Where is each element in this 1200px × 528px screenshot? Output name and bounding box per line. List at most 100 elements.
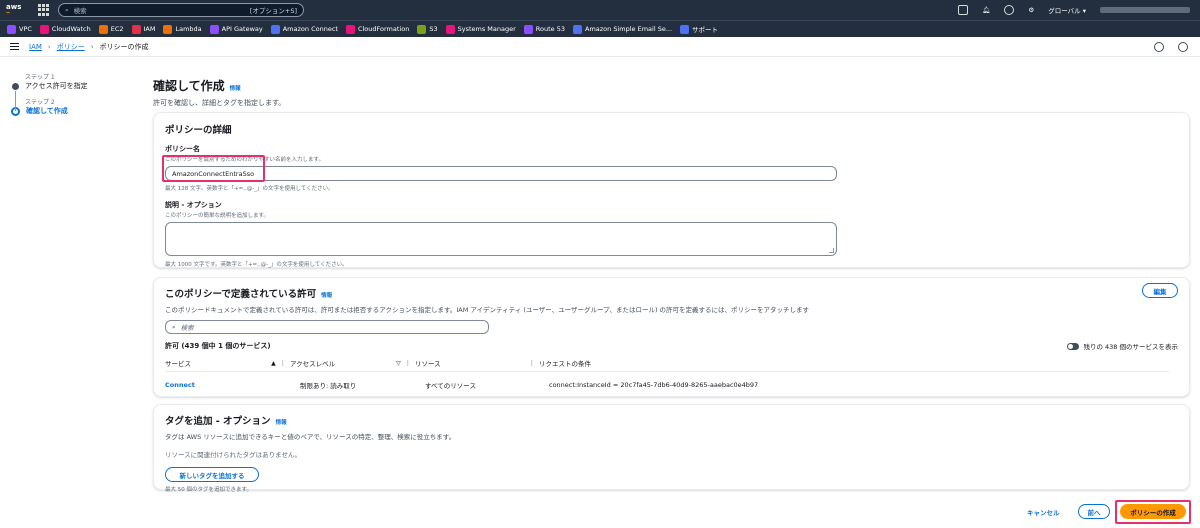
column-header-resource[interactable]: リソース |	[415, 355, 539, 372]
toggle-label: 残りの 438 個のサービスを表示	[1083, 343, 1178, 351]
breadcrumb: IAM › ポリシー › ポリシーの作成	[0, 37, 1200, 57]
page-header: 確認して作成 情報 許可を確認し、詳細とタグを指定します。	[153, 77, 1191, 108]
services-menu-icon[interactable]	[38, 4, 50, 16]
breadcrumb-current: ポリシーの作成	[99, 42, 149, 51]
favorite-vpc[interactable]: VPC	[7, 24, 32, 34]
policy-details-card: ポリシーの詳細 ポリシー名 このポリシーを識別するためのわかりやすい名前を入力し…	[153, 112, 1190, 268]
service-icon	[345, 24, 355, 34]
info-link[interactable]: 情報	[230, 84, 241, 92]
service-icon	[573, 24, 582, 34]
step-1[interactable]: アクセス許可を指定	[12, 81, 132, 91]
favorite-label: Route 53	[535, 25, 565, 33]
chevron-right-icon: ›	[90, 42, 94, 51]
service-icon	[7, 24, 16, 34]
permissions-search-input[interactable]: ⌕ 検索	[165, 320, 489, 334]
account-menu[interactable]	[1100, 7, 1190, 13]
add-tag-button[interactable]: 新しいタグを追加する	[165, 467, 259, 482]
previous-button[interactable]: 前へ	[1078, 504, 1110, 519]
policy-name-hint: このポリシーを識別するためのわかりやすい名前を入力します。	[165, 157, 324, 163]
favorite-lambda[interactable]: Lambda	[163, 24, 202, 34]
service-link[interactable]: Connect	[165, 381, 195, 389]
step-1-caption: ステップ 1	[25, 74, 55, 81]
favorite-api-gateway[interactable]: API Gateway	[209, 24, 263, 34]
service-icon	[270, 24, 280, 34]
permissions-card: このポリシーで定義されている許可 情報 編集 このポリシードキュメントで定義されて…	[153, 277, 1190, 397]
favorite-label: Systems Manager	[457, 25, 516, 33]
permissions-table: サービス ▲ | アクセスレベル ▽ | リソース | リクエストの条件 Connect …	[165, 355, 1169, 394]
aws-logo[interactable]: aws ⌣	[6, 4, 34, 16]
access-level-cell: 制限あり: 読み取り	[300, 382, 357, 390]
annotation-highlight	[1115, 500, 1191, 524]
favorite-label: サポート	[692, 26, 719, 34]
step-1-label: アクセス許可を指定	[25, 82, 88, 90]
policy-name-field[interactable]: AmazonConnectEntraSso	[165, 166, 837, 181]
favorite-label: CloudWatch	[51, 25, 91, 33]
annotation-highlight	[162, 155, 265, 182]
step-2: 確認して作成	[11, 106, 132, 116]
column-header-request-condition[interactable]: リクエストの条件	[539, 355, 1169, 372]
info-link[interactable]: 情報	[276, 418, 287, 426]
top-navigation: aws ⌣ ⌕ 検索 [オプション+S] 🔔︎ ⚙ グローバル ▾	[0, 0, 1200, 20]
favorite-amazon-connect[interactable]: Amazon Connect	[270, 24, 338, 34]
description-textarea[interactable]	[165, 222, 837, 256]
favorite-route-53[interactable]: Route 53	[523, 24, 565, 34]
step-2-label: 確認して作成	[26, 107, 68, 115]
show-remaining-services-toggle[interactable]	[1067, 342, 1080, 350]
favorite-amazon-simple-email-se[interactable]: Amazon Simple Email Se...	[573, 24, 673, 34]
favorite-cloudwatch[interactable]: CloudWatch	[39, 24, 91, 34]
favorite-iam[interactable]: IAM	[131, 24, 155, 34]
card-heading: タグを追加 - オプション	[165, 416, 271, 427]
permissions-description: このポリシードキュメントで定義されている許可は、許可または拒否するアクションを指…	[165, 306, 810, 314]
favorites-bar: VPC CloudWatch EC2 IAM Lambda API Gateway Amaz…	[0, 20, 1200, 37]
breadcrumb-iam[interactable]: IAM	[29, 43, 42, 51]
sort-ascending-icon: ▲	[271, 359, 276, 367]
description-constraint: 最大 1000 文字です。英数字と「+=,.@-_」の文字を使用してください。	[165, 262, 348, 268]
permissions-count: 許可 (439 個中 1 個のサービス)	[165, 342, 271, 350]
column-header-access-level[interactable]: アクセスレベル ▽ |	[290, 355, 415, 372]
favorite-ec2[interactable]: EC2	[98, 24, 124, 34]
breadcrumb-policies[interactable]: ポリシー	[57, 42, 85, 52]
tags-empty-state: リソースに関連付けられたタグはありません。	[165, 451, 301, 459]
tags-limit: 最大 50 個のタグを追加できます。	[165, 487, 252, 493]
timer-icon[interactable]	[1178, 42, 1188, 52]
search-shortcut: [オプション+S]	[249, 7, 297, 15]
step-2-caption: ステップ 2	[25, 99, 55, 106]
service-icon	[131, 24, 141, 34]
policy-name-label: ポリシー名	[165, 145, 200, 153]
favorite-systems-manager[interactable]: Systems Manager	[445, 24, 516, 34]
service-icon	[417, 24, 427, 34]
service-icon	[680, 24, 690, 34]
info-panel-icon[interactable]	[1154, 42, 1164, 52]
help-icon[interactable]	[1004, 5, 1015, 15]
search-icon: ⌕	[172, 322, 176, 331]
favorite-[interactable]: サポート	[680, 24, 718, 34]
menu-toggle-icon[interactable]	[10, 43, 19, 50]
service-icon	[445, 24, 455, 34]
favorite-label: Amazon Connect	[282, 25, 338, 33]
favorite-label: EC2	[110, 25, 124, 33]
tags-card: タグを追加 - オプション 情報 タグは AWS リソースに追加できるキーと値のペ…	[153, 404, 1190, 493]
settings-gear-icon[interactable]: ⚙	[1028, 6, 1034, 14]
info-link[interactable]: 情報	[321, 291, 332, 299]
favorite-cloudformation[interactable]: CloudFormation	[345, 24, 410, 34]
column-header-service[interactable]: サービス ▲ |	[165, 355, 290, 372]
condition-cell: connect:InstanceId = 20c7fa45-7db6-40d9-…	[549, 381, 759, 389]
favorite-s3[interactable]: S3	[417, 24, 438, 34]
description-hint: このポリシーの簡単な説明を追加します。	[165, 213, 269, 219]
card-heading: このポリシーで定義されている許可	[165, 289, 317, 300]
resource-cell: すべてのリソース	[425, 382, 476, 390]
region-selector[interactable]: グローバル ▾	[1048, 5, 1086, 15]
cancel-button[interactable]: キャンセル	[1027, 507, 1060, 517]
notifications-bell-icon[interactable]: 🔔︎	[982, 6, 990, 14]
cloudshell-icon[interactable]	[958, 5, 969, 15]
favorite-label: S3	[429, 25, 438, 33]
description-label: 説明 - オプション	[165, 201, 222, 209]
wizard-steps: ステップ 1 アクセス許可を指定 ステップ 2 確認して作成	[11, 72, 132, 122]
sort-icon: ▽	[396, 359, 401, 367]
favorite-label: Amazon Simple Email Se...	[585, 25, 673, 33]
service-icon	[39, 24, 49, 34]
global-search-input[interactable]: ⌕ 検索 [オプション+S]	[58, 3, 304, 17]
service-icon	[523, 24, 533, 34]
favorite-label: CloudFormation	[357, 25, 410, 33]
edit-button[interactable]: 編集	[1142, 283, 1178, 298]
